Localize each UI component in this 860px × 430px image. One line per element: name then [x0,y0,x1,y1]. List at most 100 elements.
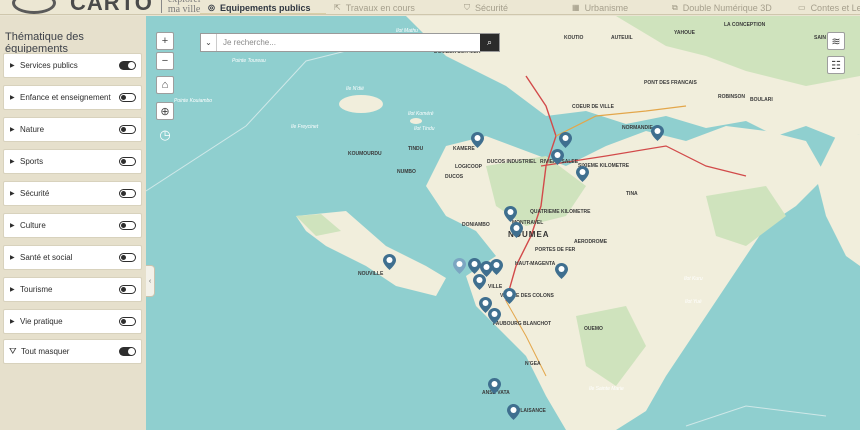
tab-double-numerique-3d[interactable]: ⧉ Double Numérique 3D [664,0,790,14]
facility-pin[interactable] [551,149,564,165]
tab-travaux-en-cours[interactable]: ⇱ Travaux en cours [326,0,456,14]
tab-label: Travaux en cours [345,2,415,13]
facility-pin[interactable] [488,378,501,394]
theme-item-securite[interactable]: ▶ Sécurité [3,181,142,206]
map-label: BOULARI [750,97,773,103]
basemap-settings-button[interactable]: ☷ [827,56,845,74]
caret-right-icon[interactable]: ▶ [10,158,20,165]
map-label: Ilot Koméré [408,111,434,117]
facility-pin[interactable] [488,308,501,324]
facility-pin[interactable] [507,404,520,420]
map-canvas[interactable]: Ilot Mathu Pointe Toureau Pointe Kouiamb… [146,16,860,430]
facility-pin[interactable] [504,206,517,222]
chevron-left-icon: ‹ [148,277,152,285]
theme-item-sante-social[interactable]: ▶ Santé et social [3,245,142,270]
hide-all-toggle[interactable] [119,347,136,356]
tab-urbanisme[interactable]: ▦ Urbanisme [564,0,664,14]
facility-pin[interactable] [453,258,466,274]
theme-item-services-publics[interactable]: ▶ Services publics [3,53,142,78]
map-label: DONIAMBO [462,222,490,228]
layers-button[interactable]: ≋ [827,32,845,50]
theme-item-culture[interactable]: ▶ Culture [3,213,142,238]
zoom-in-button[interactable]: + [156,32,174,50]
map-label: PORTES DE FER [535,247,576,253]
map-label: FAUBOURG BLANCHOT [493,321,552,327]
caret-right-icon[interactable]: ▶ [10,222,20,229]
theme-toggle[interactable] [119,285,136,294]
theme-toggle[interactable] [119,125,136,134]
brand-divider [160,0,162,13]
history-button[interactable]: ◷ [156,126,174,144]
theme-toggle[interactable] [119,61,136,70]
map-label: COEUR DE VILLE [572,104,614,110]
map-label: AUTEUIL [611,35,633,41]
cube-icon: ⧉ [672,2,678,12]
brand-logo[interactable]: CARTO explorer ma ville [0,0,201,15]
caret-right-icon[interactable]: ▶ [10,94,20,101]
facility-pin[interactable] [559,132,572,148]
sidebar-collapse-handle[interactable]: ‹ [146,265,155,297]
facility-pin[interactable] [576,166,589,182]
facility-pin[interactable] [473,274,486,290]
chevron-down-icon: ⌄ [205,38,212,47]
theme-toggle[interactable] [119,189,136,198]
map-label: AERODROME [574,239,608,245]
theme-item-enfance-enseignement[interactable]: ▶ Enfance et enseignement [3,85,142,110]
caret-right-icon[interactable]: ▶ [10,62,20,69]
minus-icon: − [161,55,169,67]
map-label: ROBINSON [718,94,745,100]
tab-contes-et-legendes[interactable]: ▭ Contes et Le [790,0,860,14]
filter-icon: ⛛ [9,346,17,356]
island-ilot-komere [410,118,422,124]
tab-securite[interactable]: ⛉ Sécurité [456,0,564,14]
brand-name: CARTO [70,0,153,15]
maritime-boundary [146,35,407,192]
map-label: QUATRIEME KILOMETRE [530,209,591,215]
caret-right-icon[interactable]: ▶ [10,190,20,197]
facility-pin[interactable] [471,132,484,148]
tab-label: Urbanisme [584,2,629,13]
theme-item-sports[interactable]: ▶ Sports [3,149,142,174]
search-button[interactable]: ⌕ [480,34,499,51]
land-peninsula [426,126,826,430]
facility-pin[interactable] [555,263,568,279]
theme-toggle[interactable] [119,93,136,102]
map-label: DUCOS INDUSTRIEL [487,159,537,165]
zoom-out-button[interactable]: − [156,52,174,70]
facility-pin[interactable] [490,259,503,275]
tab-equipements-publics[interactable]: ◎ Equipements publics [200,0,326,14]
theme-label: Santé et social [20,253,73,262]
theme-toggle[interactable] [119,157,136,166]
map-label: TINA [626,191,638,197]
hide-all-row[interactable]: ⛛ Tout masquer [3,339,142,364]
top-bar: CARTO explorer ma ville ◎ Equipements pub… [0,0,860,15]
brand-tagline-line-2: ma ville [167,4,201,15]
map-label: HAUT-MAGENTA [515,261,556,267]
caret-right-icon[interactable]: ▶ [10,126,20,133]
home-button[interactable]: ⌂ [156,76,174,94]
theme-label: Sports [20,157,44,166]
facility-pin[interactable] [510,222,523,238]
caret-right-icon[interactable]: ▶ [10,254,20,261]
search-scope-dropdown[interactable]: ⌄ [201,34,217,51]
layers-icon: ≋ [831,35,841,48]
map-label: OUEMO [584,326,603,332]
theme-item-nature[interactable]: ▶ Nature [3,117,142,142]
theme-toggle[interactable] [119,221,136,230]
caret-right-icon[interactable]: ▶ [10,286,20,293]
locate-button[interactable]: ⊕ [156,102,174,120]
search-icon: ⌕ [486,37,493,47]
facility-pin[interactable] [383,254,396,270]
theme-item-vie-pratique[interactable]: ▶ Vie pratique [3,309,142,334]
theme-item-tourisme[interactable]: ▶ Tourisme [3,277,142,302]
map-label: Ilot Kuru [684,276,703,282]
theme-toggle[interactable] [119,317,136,326]
facility-pin[interactable] [651,125,664,141]
map-label: Pointe Toureau [232,58,266,64]
theme-toggle[interactable] [119,253,136,262]
facility-pin[interactable] [503,288,516,304]
map-label: Ile Sainte Marie [589,386,624,392]
search-input[interactable] [217,34,480,51]
caret-right-icon[interactable]: ▶ [10,318,20,325]
brand-tagline: explorer ma ville [167,0,201,15]
